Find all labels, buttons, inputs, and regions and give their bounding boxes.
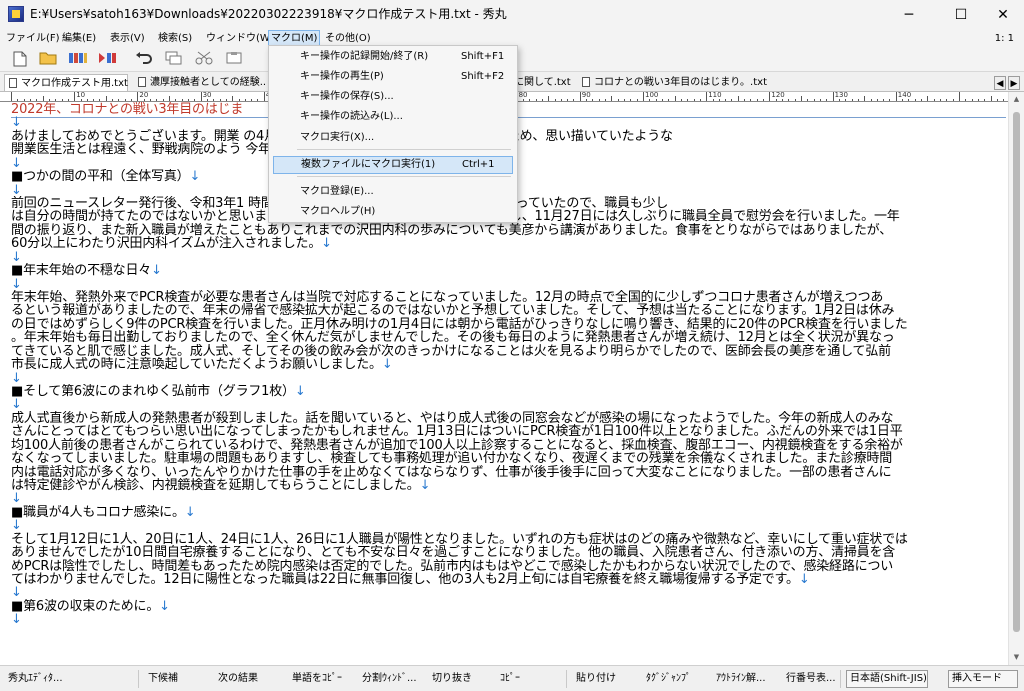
- ruler-label: 130: [834, 92, 848, 99]
- paste-icon[interactable]: [224, 51, 244, 69]
- copy-icon[interactable]: [164, 51, 184, 69]
- ruler-label: 90: [581, 92, 591, 99]
- menu-item-label: キー操作の記録開始/終了(R): [300, 51, 429, 62]
- open-folder-icon[interactable]: [38, 51, 58, 69]
- menu-separator: [297, 176, 511, 177]
- status-copy-word[interactable]: 単語をｺﾋﾟｰ: [292, 671, 352, 687]
- menu-file[interactable]: ファイル(F): [6, 30, 60, 48]
- ruler-label: 100: [645, 92, 659, 99]
- ruler-label: 30: [202, 92, 212, 99]
- status-next-result[interactable]: 次の結果: [218, 671, 270, 687]
- status-separator: [566, 670, 567, 688]
- status-outline[interactable]: ｱｳﾄﾗｲﾝ解...: [716, 671, 774, 687]
- tab-label: マクロ作成テスト用.txt: [21, 78, 128, 89]
- status-separator: [138, 670, 139, 688]
- tab-corona-third-year[interactable]: コロナとの戦い3年目のはじまり。.txt: [578, 74, 778, 91]
- vertical-scrollbar[interactable]: ▲ ▼: [1008, 92, 1024, 665]
- ruler-label: 10: [76, 92, 86, 99]
- ruler-tick: [959, 92, 960, 101]
- text-file-icon: [582, 77, 590, 87]
- ruler-label: 140: [897, 92, 912, 99]
- text-file-icon: [9, 78, 17, 88]
- menu-item-label: キー操作の再生(P): [300, 71, 384, 82]
- menu-item-label: マクロヘルプ(H): [300, 206, 376, 217]
- scroll-up-icon[interactable]: ▲: [1009, 92, 1024, 106]
- tab-regarding[interactable]: に関して.txt: [510, 74, 576, 91]
- tab-label: コロナとの戦い3年目のはじまり。.txt: [594, 77, 768, 88]
- hidemaru-app-icon[interactable]: [8, 6, 24, 22]
- zoom-indicator: 1: 1: [994, 33, 1014, 44]
- menu-separator: [297, 149, 511, 150]
- menu-item-label: キー操作の保存(S)...: [300, 91, 394, 102]
- macro-menu-item[interactable]: キー操作の記録開始/終了(R) Shift+F1: [273, 48, 513, 66]
- menu-item-label: キー操作の読込み(L)...: [300, 111, 403, 122]
- status-split-window[interactable]: 分割ｳｨﾝﾄﾞ...: [362, 671, 424, 687]
- tab-scroll-right-icon[interactable]: ▶: [1008, 76, 1020, 90]
- grep-icon[interactable]: [68, 51, 88, 69]
- text-file-icon: [138, 77, 146, 87]
- scroll-down-icon[interactable]: ▼: [1009, 650, 1024, 664]
- macro-menu-dropdown: キー操作の記録開始/終了(R) Shift+F1 キー操作の再生(P) Shift+F…: [268, 45, 518, 223]
- menu-item-shortcut: Shift+F2: [461, 71, 505, 82]
- undo-icon[interactable]: [134, 51, 154, 69]
- title-bar: E:¥Users¥satoh163¥Downloads¥202203022239…: [0, 0, 1024, 30]
- macro-menu-item[interactable]: キー操作の再生(P) Shift+F2: [273, 68, 513, 86]
- macro-menu-item[interactable]: キー操作の読込み(L)...: [273, 108, 513, 126]
- scrollbar-thumb[interactable]: [1013, 112, 1020, 632]
- status-line-number[interactable]: 行番号表...: [786, 671, 842, 687]
- window-title: E:¥Users¥satoh163¥Downloads¥202203022239…: [30, 7, 507, 21]
- status-copy[interactable]: ｺﾋﾟｰ: [500, 671, 540, 687]
- status-hidemaru-editor[interactable]: 秀丸ｴﾃﾞｨﾀ...: [8, 671, 80, 687]
- macro-menu-item[interactable]: マクロ実行(X)...: [273, 129, 513, 147]
- menu-item-shortcut: Shift+F1: [461, 51, 505, 62]
- macro-menu-item[interactable]: マクロ登録(E)...: [273, 183, 513, 201]
- status-bar: 秀丸ｴﾃﾞｨﾀ... 下候補 次の結果 単語をｺﾋﾟｰ 分割ｳｨﾝﾄﾞ... 切り抜き ｺﾋ…: [0, 665, 1024, 691]
- status-paste[interactable]: 貼り付け: [576, 671, 620, 687]
- minimize-button[interactable]: ─: [886, 0, 932, 30]
- status-separator: [840, 670, 841, 688]
- status-next-candidate[interactable]: 下候補: [148, 671, 190, 687]
- tab-macro-test[interactable]: マクロ作成テスト用.txt: [4, 74, 128, 91]
- status-cut[interactable]: 切り抜き: [432, 671, 474, 687]
- maximize-button[interactable]: ☐: [938, 0, 984, 30]
- menu-view[interactable]: 表示(V): [110, 30, 145, 48]
- record-macro-icon[interactable]: [98, 51, 118, 69]
- ruler-label: 110: [708, 92, 722, 99]
- macro-menu-item[interactable]: マクロヘルプ(H): [273, 203, 513, 221]
- menu-window[interactable]: ウィンドウ(W): [206, 30, 274, 48]
- tab-label: に関して.txt: [514, 77, 571, 88]
- status-tag-jump[interactable]: ﾀｸﾞｼﾞｬﾝﾌﾟ: [646, 671, 696, 687]
- close-button[interactable]: ✕: [980, 0, 1024, 30]
- ruler-label: 20: [139, 92, 149, 99]
- tab-scroll-left-icon[interactable]: ◀: [994, 76, 1006, 90]
- cut-icon[interactable]: [194, 51, 214, 69]
- macro-menu-item[interactable]: キー操作の保存(S)...: [273, 88, 513, 106]
- menu-item-label: 複数ファイルにマクロ実行(1): [301, 159, 436, 170]
- menu-search[interactable]: 検索(S): [158, 30, 192, 48]
- menu-edit[interactable]: 編集(E): [62, 30, 96, 48]
- macro-menu-item[interactable]: 複数ファイルにマクロ実行(1) Ctrl+1: [273, 156, 513, 174]
- status-insert-mode[interactable]: 挿入モード: [948, 670, 1018, 688]
- tab-close-contact[interactable]: 濃厚接触者としての経験..: [134, 74, 268, 91]
- new-file-icon[interactable]: [10, 51, 30, 69]
- ruler-label: 80: [518, 92, 528, 99]
- ruler-tick: [11, 92, 12, 101]
- menu-item-shortcut: Ctrl+1: [462, 159, 495, 170]
- newline-marker: ↓: [11, 612, 22, 628]
- menu-item-label: マクロ登録(E)...: [300, 186, 374, 197]
- status-encoding[interactable]: 日本語(Shift-JIS): [846, 670, 928, 688]
- text-line[interactable]: ↓: [11, 612, 1006, 627]
- tab-label: 濃厚接触者としての経験..: [150, 77, 267, 88]
- menu-item-label: マクロ実行(X)...: [300, 132, 375, 143]
- ruler-label: 120: [771, 92, 785, 99]
